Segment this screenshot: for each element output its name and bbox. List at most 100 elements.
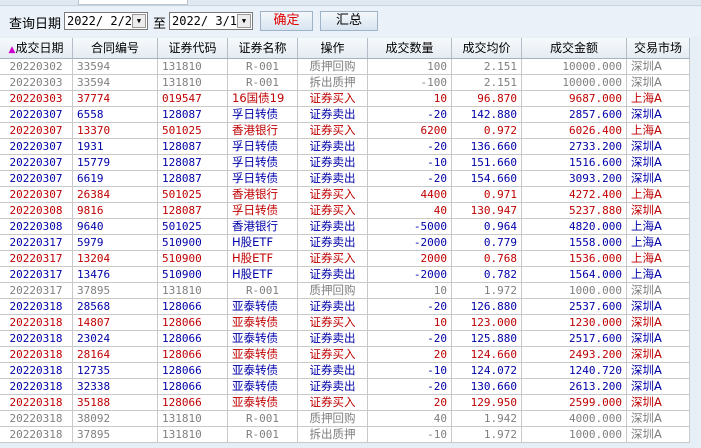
table-row[interactable]: 20220308 9816 128087 孚日转债 证券买入 40 130.947 5237.…	[0, 203, 690, 219]
market-cell: 上海A	[627, 267, 690, 282]
security-name-cell: 亚泰转债	[228, 315, 298, 330]
table-row[interactable]: 20220318 35188 128066 亚泰转债 证券买入 20 129.950 2599…	[0, 395, 690, 411]
table-row[interactable]: 20220307 13370 501025 香港银行 证券买入 6200 0.972 6026…	[0, 123, 690, 139]
table-row[interactable]: 20220318 32338 128066 亚泰转债 证券卖出 -20 130.660 261…	[0, 379, 690, 395]
market-cell: 深圳A	[627, 155, 690, 170]
column-header-label: 成交数量	[385, 41, 434, 55]
trade-date-cell: 20220317	[0, 283, 73, 298]
market-cell: 深圳A	[627, 331, 690, 346]
security-name-cell: 孚日转债	[228, 203, 298, 218]
confirm-button[interactable]: 确定	[260, 11, 313, 31]
column-header-label: 成交日期	[15, 41, 64, 55]
table-row[interactable]: 20220303 33594 131810 R-001 拆出质押 -100 2.151 100…	[0, 75, 690, 91]
avg-price-cell: 125.880	[452, 331, 522, 346]
column-header[interactable]: 证券代码	[158, 38, 228, 58]
security-code-cell: 128066	[158, 315, 228, 330]
trade-date-cell: 20220318	[0, 315, 73, 330]
trade-date-cell: 20220318	[0, 411, 73, 426]
avg-price-cell: 0.768	[452, 251, 522, 266]
operation-cell: 证券卖出	[298, 139, 368, 154]
table-row[interactable]: 20220303 37774 019547 16国债19 证券买入 10 96.870 968…	[0, 91, 690, 107]
quantity-cell: 100	[368, 59, 452, 74]
security-code-cell: 128066	[158, 363, 228, 378]
amount-cell: 6026.400	[522, 123, 627, 138]
market-cell: 上海A	[627, 123, 690, 138]
start-date-picker[interactable]: 2022/ 2/28 ▼	[64, 12, 148, 30]
column-header[interactable]: ▲成交日期	[0, 38, 73, 58]
query-date-label: 查询日期	[9, 17, 62, 32]
quantity-cell: -2000	[368, 267, 452, 282]
table-row[interactable]: 20220318 28164 128066 亚泰转债 证券买入 20 124.660 2493…	[0, 347, 690, 363]
table-row[interactable]: 20220317 37895 131810 R-001 质押回购 10 1.972 1000.…	[0, 283, 690, 299]
avg-price-cell: 1.942	[452, 411, 522, 426]
contract-no-cell: 15779	[73, 155, 158, 170]
table-row[interactable]: 20220307 6619 128087 孚日转债 证券卖出 -20 154.660 3093…	[0, 171, 690, 187]
contract-no-cell: 38092	[73, 411, 158, 426]
security-code-cell: 501025	[158, 123, 228, 138]
table-row[interactable]: 20220318 14807 128066 亚泰转债 证券买入 10 123.000 1230…	[0, 315, 690, 331]
avg-price-cell: 124.072	[452, 363, 522, 378]
column-header[interactable]: 证券名称	[228, 38, 298, 58]
quantity-cell: -20	[368, 331, 452, 346]
operation-cell: 拆出质押	[298, 75, 368, 90]
market-cell: 深圳A	[627, 203, 690, 218]
amount-cell: 10000.000	[522, 59, 627, 74]
security-code-cell: 128066	[158, 347, 228, 362]
active-tab[interactable]	[78, 0, 188, 5]
security-name-cell: 亚泰转债	[228, 363, 298, 378]
column-header-label: 证券代码	[168, 41, 217, 55]
trade-date-cell: 20220307	[0, 107, 73, 122]
column-header[interactable]: 合同编号	[73, 38, 158, 58]
table-row[interactable]: 20220307 6558 128087 孚日转债 证券卖出 -20 142.880 2857…	[0, 107, 690, 123]
security-code-cell: 131810	[158, 283, 228, 298]
security-code-cell: 128087	[158, 203, 228, 218]
quantity-cell: 10	[368, 315, 452, 330]
column-header[interactable]: 成交均价	[452, 38, 522, 58]
table-row[interactable]: 20220317 5979 510900 H股ETF 证券卖出 -2000 0.779 155…	[0, 235, 690, 251]
table-row[interactable]: 20220302 33594 131810 R-001 质押回购 100 2.151 1000…	[0, 59, 690, 75]
query-bar: 查询日期 2022/ 2/28 ▼ 至 2022/ 3/19 ▼ 确定 汇总	[0, 7, 701, 37]
chevron-down-icon[interactable]: ▼	[132, 14, 146, 28]
table-row[interactable]: 20220318 38092 131810 R-001 质押回购 40 1.942 4000.…	[0, 411, 690, 427]
table-row[interactable]: 20220318 28568 128066 亚泰转债 证券卖出 -20 126.880 253…	[0, 299, 690, 315]
chevron-down-icon[interactable]: ▼	[237, 14, 251, 28]
table-row[interactable]: 20220307 15779 128087 孚日转债 证券卖出 -10 151.660 151…	[0, 155, 690, 171]
security-name-cell: 香港银行	[228, 219, 298, 234]
trade-table: ▲成交日期 合同编号 证券代码 证券名称 操作 成交数量 成交均价 成交金额 交易市场 2022…	[0, 38, 690, 443]
contract-no-cell: 6558	[73, 107, 158, 122]
trade-date-cell: 20220317	[0, 235, 73, 250]
operation-cell: 证券买入	[298, 91, 368, 106]
table-row[interactable]: 20220317 13476 510900 H股ETF 证券卖出 -2000 0.782 15…	[0, 267, 690, 283]
contract-no-cell: 37774	[73, 91, 158, 106]
security-name-cell: R-001	[228, 75, 298, 90]
quantity-cell: -100	[368, 75, 452, 90]
table-row[interactable]: 20220307 1931 128087 孚日转债 证券卖出 -20 136.660 2733…	[0, 139, 690, 155]
amount-cell: 1536.000	[522, 251, 627, 266]
table-row[interactable]: 20220308 9640 501025 香港银行 证券卖出 -5000 0.964 4820…	[0, 219, 690, 235]
table-row[interactable]: 20220318 23024 128066 亚泰转债 证券卖出 -20 125.880 251…	[0, 331, 690, 347]
summary-button[interactable]: 汇总	[320, 11, 378, 31]
operation-cell: 证券卖出	[298, 331, 368, 346]
security-code-cell: 019547	[158, 91, 228, 106]
trade-date-cell: 20220303	[0, 75, 73, 90]
operation-cell: 证券卖出	[298, 267, 368, 282]
trade-date-cell: 20220318	[0, 427, 73, 442]
amount-cell: 2493.200	[522, 347, 627, 362]
trade-date-cell: 20220307	[0, 187, 73, 202]
table-row[interactable]: 20220317 13204 510900 H股ETF 证券买入 2000 0.768 153…	[0, 251, 690, 267]
trade-date-cell: 20220318	[0, 363, 73, 378]
table-row[interactable]: 20220318 37895 131810 R-001 拆出质押 -10 1.972 1000…	[0, 427, 690, 443]
operation-cell: 证券卖出	[298, 363, 368, 378]
column-header[interactable]: 成交数量	[368, 38, 452, 58]
table-row[interactable]: 20220318 12735 128066 亚泰转债 证券卖出 -10 124.072 124…	[0, 363, 690, 379]
trade-date-cell: 20220307	[0, 155, 73, 170]
contract-no-cell: 33594	[73, 75, 158, 90]
column-header[interactable]: 成交金额	[522, 38, 627, 58]
quantity-cell: -20	[368, 171, 452, 186]
end-date-picker[interactable]: 2022/ 3/19 ▼	[169, 12, 253, 30]
quantity-cell: -20	[368, 139, 452, 154]
column-header[interactable]: 操作	[298, 38, 368, 58]
column-header[interactable]: 交易市场	[627, 38, 690, 58]
avg-price-cell: 154.660	[452, 171, 522, 186]
table-row[interactable]: 20220307 26384 501025 香港银行 证券买入 4400 0.971 4272…	[0, 187, 690, 203]
